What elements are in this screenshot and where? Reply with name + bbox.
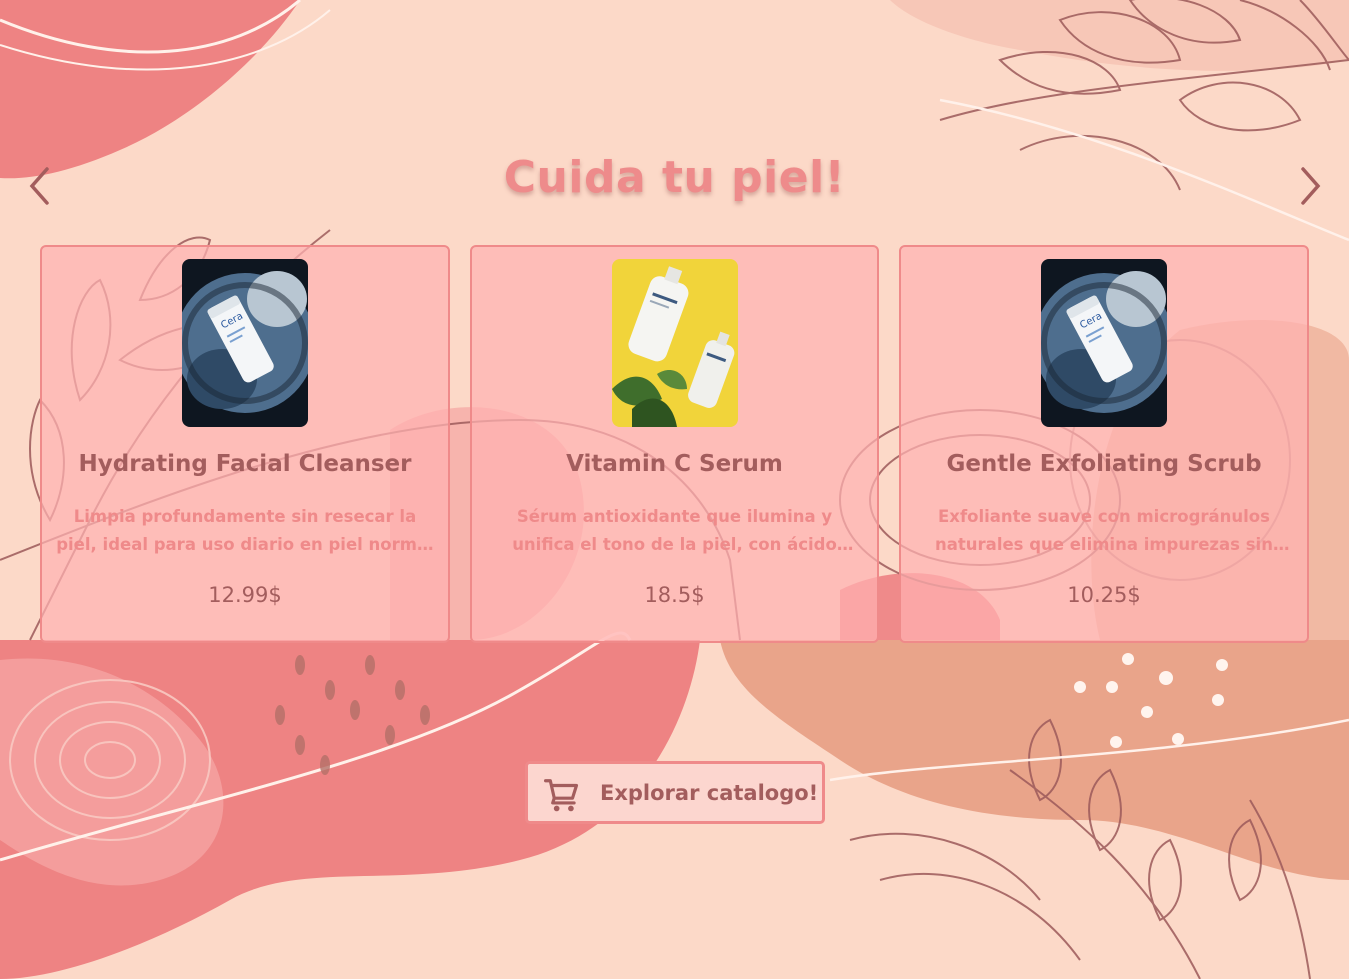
product-image: Cera [1041, 259, 1167, 427]
product-name: Vitamin C Serum [566, 451, 783, 477]
product-description: Limpia profundamente sin resecar la piel… [56, 507, 434, 554]
product-price: 10.25$ [1067, 583, 1141, 607]
product-card[interactable]: Vitamin C Serum Sérum antioxidante que i… [470, 245, 879, 643]
chevron-left-icon [29, 167, 49, 205]
explore-catalog-button[interactable]: Explorar catalogo! [525, 761, 825, 824]
carousel-next-button[interactable] [1290, 166, 1330, 206]
product-description: Sérum antioxidante que ilumina y unifica… [512, 507, 837, 554]
carousel-prev-button[interactable] [20, 166, 60, 206]
product-price: 12.99$ [208, 583, 282, 607]
product-image: Cera [182, 259, 308, 427]
product-price: 18.5$ [644, 583, 705, 607]
product-name: Gentle Exfoliating Scrub [946, 451, 1262, 477]
page-title: Cuida tu piel! [503, 152, 846, 203]
shopping-cart-icon [544, 779, 579, 812]
product-card[interactable]: Cera Gentle Exfoliating Scrub Exfoliante… [899, 245, 1309, 643]
product-description: Exfoliante suave con microgránulos natur… [935, 507, 1273, 554]
explore-catalog-label: Explorar catalogo! [600, 781, 819, 805]
chevron-right-icon [1301, 167, 1321, 205]
product-card[interactable]: Cera Hydrating Facial Cleanser Limpia pr… [40, 245, 450, 643]
product-image [611, 259, 738, 427]
product-name: Hydrating Facial Cleanser [78, 451, 412, 477]
